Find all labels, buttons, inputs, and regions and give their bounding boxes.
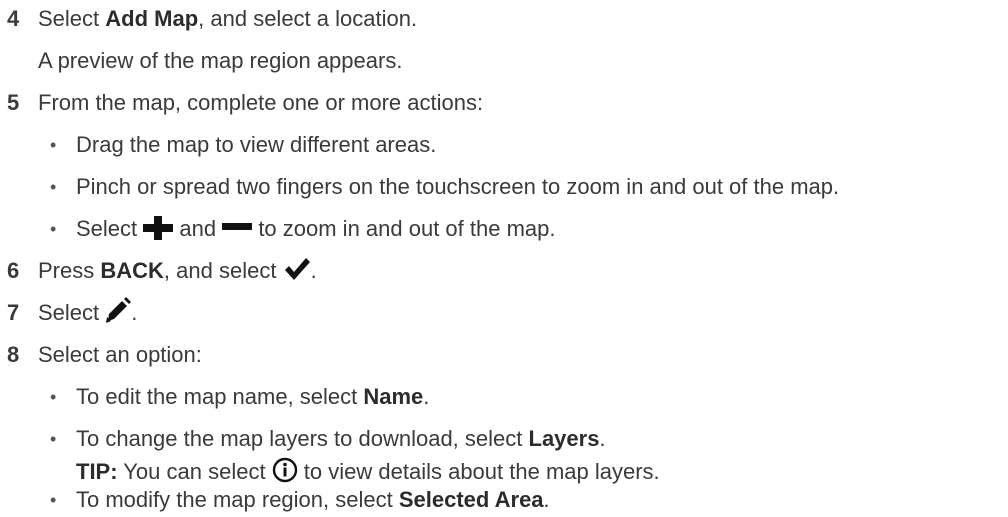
step-number: 7: [7, 300, 20, 325]
tip-label: TIP:: [76, 459, 118, 484]
add-map-label: Add Map: [105, 6, 199, 31]
step-number: 6: [7, 258, 20, 283]
bullet: •: [50, 219, 57, 239]
checkmark-icon: [283, 257, 311, 281]
pencil-icon: [105, 297, 132, 324]
bullet: •: [50, 490, 57, 510]
step-text: Select .: [38, 296, 137, 330]
bullet: •: [50, 387, 57, 407]
step-text: Select an option:: [38, 342, 202, 367]
plus-icon: [143, 216, 174, 241]
back-label: BACK: [100, 258, 164, 283]
info-icon: [272, 457, 298, 483]
layers-label: Layers: [528, 426, 600, 451]
step-text: Select Add Map, and select a location.: [38, 6, 418, 31]
minus-icon: [222, 215, 253, 239]
bullet: •: [50, 135, 57, 155]
step-number: 5: [7, 90, 20, 115]
step-text: Press BACK, and select .: [38, 257, 317, 283]
selected-area-label: Selected Area: [398, 487, 544, 512]
step-number: 8: [7, 342, 20, 367]
step-text: From the map, complete one or more actio…: [38, 90, 484, 115]
bullet: •: [50, 177, 57, 197]
bullet: •: [50, 429, 57, 449]
name-label: Name: [363, 384, 424, 409]
step-number: 4: [7, 6, 20, 31]
